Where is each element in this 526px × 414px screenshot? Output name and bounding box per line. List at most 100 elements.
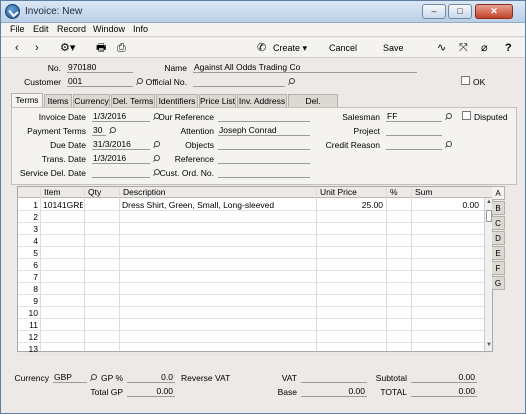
table-row[interactable]: 7 xyxy=(18,271,484,283)
ok-checkbox[interactable] xyxy=(461,76,470,85)
cell-unit-price[interactable] xyxy=(318,271,383,283)
print-preview-icon[interactable]: ⎙ xyxy=(117,41,126,55)
table-row[interactable]: 13 xyxy=(18,343,484,355)
col-sum[interactable]: Sum xyxy=(415,187,432,198)
vtab-a[interactable]: A xyxy=(492,186,505,200)
customer-field[interactable]: 001 xyxy=(67,76,133,87)
cell-qty[interactable] xyxy=(87,211,117,223)
service-del-date-field[interactable] xyxy=(92,167,150,178)
cell-percent[interactable] xyxy=(388,331,409,343)
cell-unit-price[interactable] xyxy=(318,331,383,343)
customer-name-field[interactable]: Against All Odds Trading Co xyxy=(193,62,417,73)
col-item[interactable]: Item xyxy=(44,187,61,198)
menu-file[interactable]: File xyxy=(10,24,25,34)
table-row[interactable]: 8 xyxy=(18,283,484,295)
cell-percent[interactable] xyxy=(388,259,409,271)
cell-qty[interactable] xyxy=(87,223,117,235)
gp-pct-field[interactable]: 0.0 xyxy=(127,372,175,383)
cell-unit-price[interactable] xyxy=(318,247,383,259)
cell-unit-price[interactable] xyxy=(318,223,383,235)
total-gp-field[interactable]: 0.00 xyxy=(127,386,175,397)
cell-percent[interactable] xyxy=(388,343,409,355)
cell-sum[interactable] xyxy=(413,247,479,259)
title-bar[interactable]: Invoice: New – □ ✕ xyxy=(1,1,525,23)
cell-item[interactable] xyxy=(43,247,83,259)
cell-qty[interactable] xyxy=(87,343,117,355)
cell-percent[interactable] xyxy=(388,283,409,295)
cell-item[interactable] xyxy=(43,319,83,331)
vtab-c[interactable]: C xyxy=(492,216,505,230)
items-grid[interactable]: Item Qty Description Unit Price % Sum 11… xyxy=(17,186,493,355)
customer-paste-icon[interactable] xyxy=(136,78,143,85)
help-button[interactable]: ? xyxy=(505,41,512,55)
currency-field[interactable]: GBP xyxy=(53,372,87,383)
back-arrow-icon[interactable]: ‹ xyxy=(15,41,19,55)
cell-unit-price[interactable] xyxy=(318,283,383,295)
table-row[interactable]: 4 xyxy=(18,235,484,247)
cell-item[interactable] xyxy=(43,259,83,271)
cell-unit-price[interactable] xyxy=(318,259,383,271)
minimize-button[interactable]: – xyxy=(422,4,446,19)
disputed-checkbox[interactable] xyxy=(462,111,471,120)
objects-field[interactable] xyxy=(218,139,310,150)
tab-identifiers[interactable]: Identifiers xyxy=(156,94,198,107)
our-reference-field[interactable] xyxy=(218,111,310,122)
table-row[interactable]: 12 xyxy=(18,331,484,343)
cell-percent[interactable] xyxy=(388,247,409,259)
cell-qty[interactable] xyxy=(87,235,117,247)
reference-field[interactable] xyxy=(218,153,310,164)
cell-qty[interactable] xyxy=(87,295,117,307)
col-unit-price[interactable]: Unit Price xyxy=(320,187,357,198)
payment-terms-paste-icon[interactable] xyxy=(109,127,116,134)
cell-qty[interactable] xyxy=(87,247,117,259)
cell-unit-price[interactable] xyxy=(318,319,383,331)
cell-qty[interactable] xyxy=(87,259,117,271)
cell-qty[interactable] xyxy=(87,271,117,283)
cell-sum[interactable] xyxy=(413,343,479,355)
vtab-g[interactable]: G xyxy=(492,276,505,290)
cell-qty[interactable] xyxy=(87,319,117,331)
cell-item[interactable] xyxy=(43,211,83,223)
trans-date-field[interactable]: 1/3/2016 xyxy=(92,153,150,164)
paperclip-icon[interactable]: ⌀ xyxy=(481,41,488,55)
tab-terms[interactable]: Terms xyxy=(11,93,43,107)
cell-sum[interactable] xyxy=(413,223,479,235)
credit-reason-paste-icon[interactable] xyxy=(445,141,452,148)
cell-description[interactable] xyxy=(122,271,314,283)
cell-description[interactable] xyxy=(122,295,314,307)
cell-qty[interactable] xyxy=(87,307,117,319)
cell-item[interactable] xyxy=(43,223,83,235)
cell-description[interactable] xyxy=(122,223,314,235)
credit-reason-field[interactable] xyxy=(386,139,442,150)
cell-description[interactable] xyxy=(122,283,314,295)
cell-percent[interactable] xyxy=(388,235,409,247)
print-icon[interactable]: 🖶 xyxy=(96,41,106,55)
col-qty[interactable]: Qty xyxy=(88,187,101,198)
grid-scrollbar[interactable]: ▲ ▼ xyxy=(484,198,492,351)
project-field[interactable] xyxy=(386,125,442,136)
tab-currency[interactable]: Currency xyxy=(73,94,110,107)
cell-sum[interactable] xyxy=(413,319,479,331)
cell-sum[interactable] xyxy=(413,259,479,271)
tab-del-address[interactable]: Del. Address xyxy=(288,94,338,118)
cell-sum[interactable] xyxy=(413,211,479,223)
tab-inv-address[interactable]: Inv. Address xyxy=(237,94,287,107)
cell-description[interactable] xyxy=(122,307,314,319)
vtab-b[interactable]: B xyxy=(492,201,505,215)
table-row[interactable]: 9 xyxy=(18,295,484,307)
cell-description[interactable] xyxy=(122,319,314,331)
cell-item[interactable] xyxy=(43,283,83,295)
cell-description[interactable] xyxy=(122,331,314,343)
maximize-button[interactable]: □ xyxy=(448,4,472,19)
invoice-date-field[interactable]: 1/3/2016 xyxy=(92,111,150,122)
cell-sum[interactable] xyxy=(413,235,479,247)
table-row[interactable]: 3 xyxy=(18,223,484,235)
cell-percent[interactable] xyxy=(388,223,409,235)
forward-arrow-icon[interactable]: › xyxy=(35,41,39,55)
cell-unit-price[interactable] xyxy=(318,343,383,355)
cell-sum[interactable] xyxy=(413,295,479,307)
menu-window[interactable]: Window xyxy=(93,24,125,34)
tab-items[interactable]: Items xyxy=(44,94,72,107)
expand-arrows-icon[interactable]: ⤧ xyxy=(459,41,468,55)
gear-menu-icon[interactable]: ⚙▾ xyxy=(60,41,75,55)
